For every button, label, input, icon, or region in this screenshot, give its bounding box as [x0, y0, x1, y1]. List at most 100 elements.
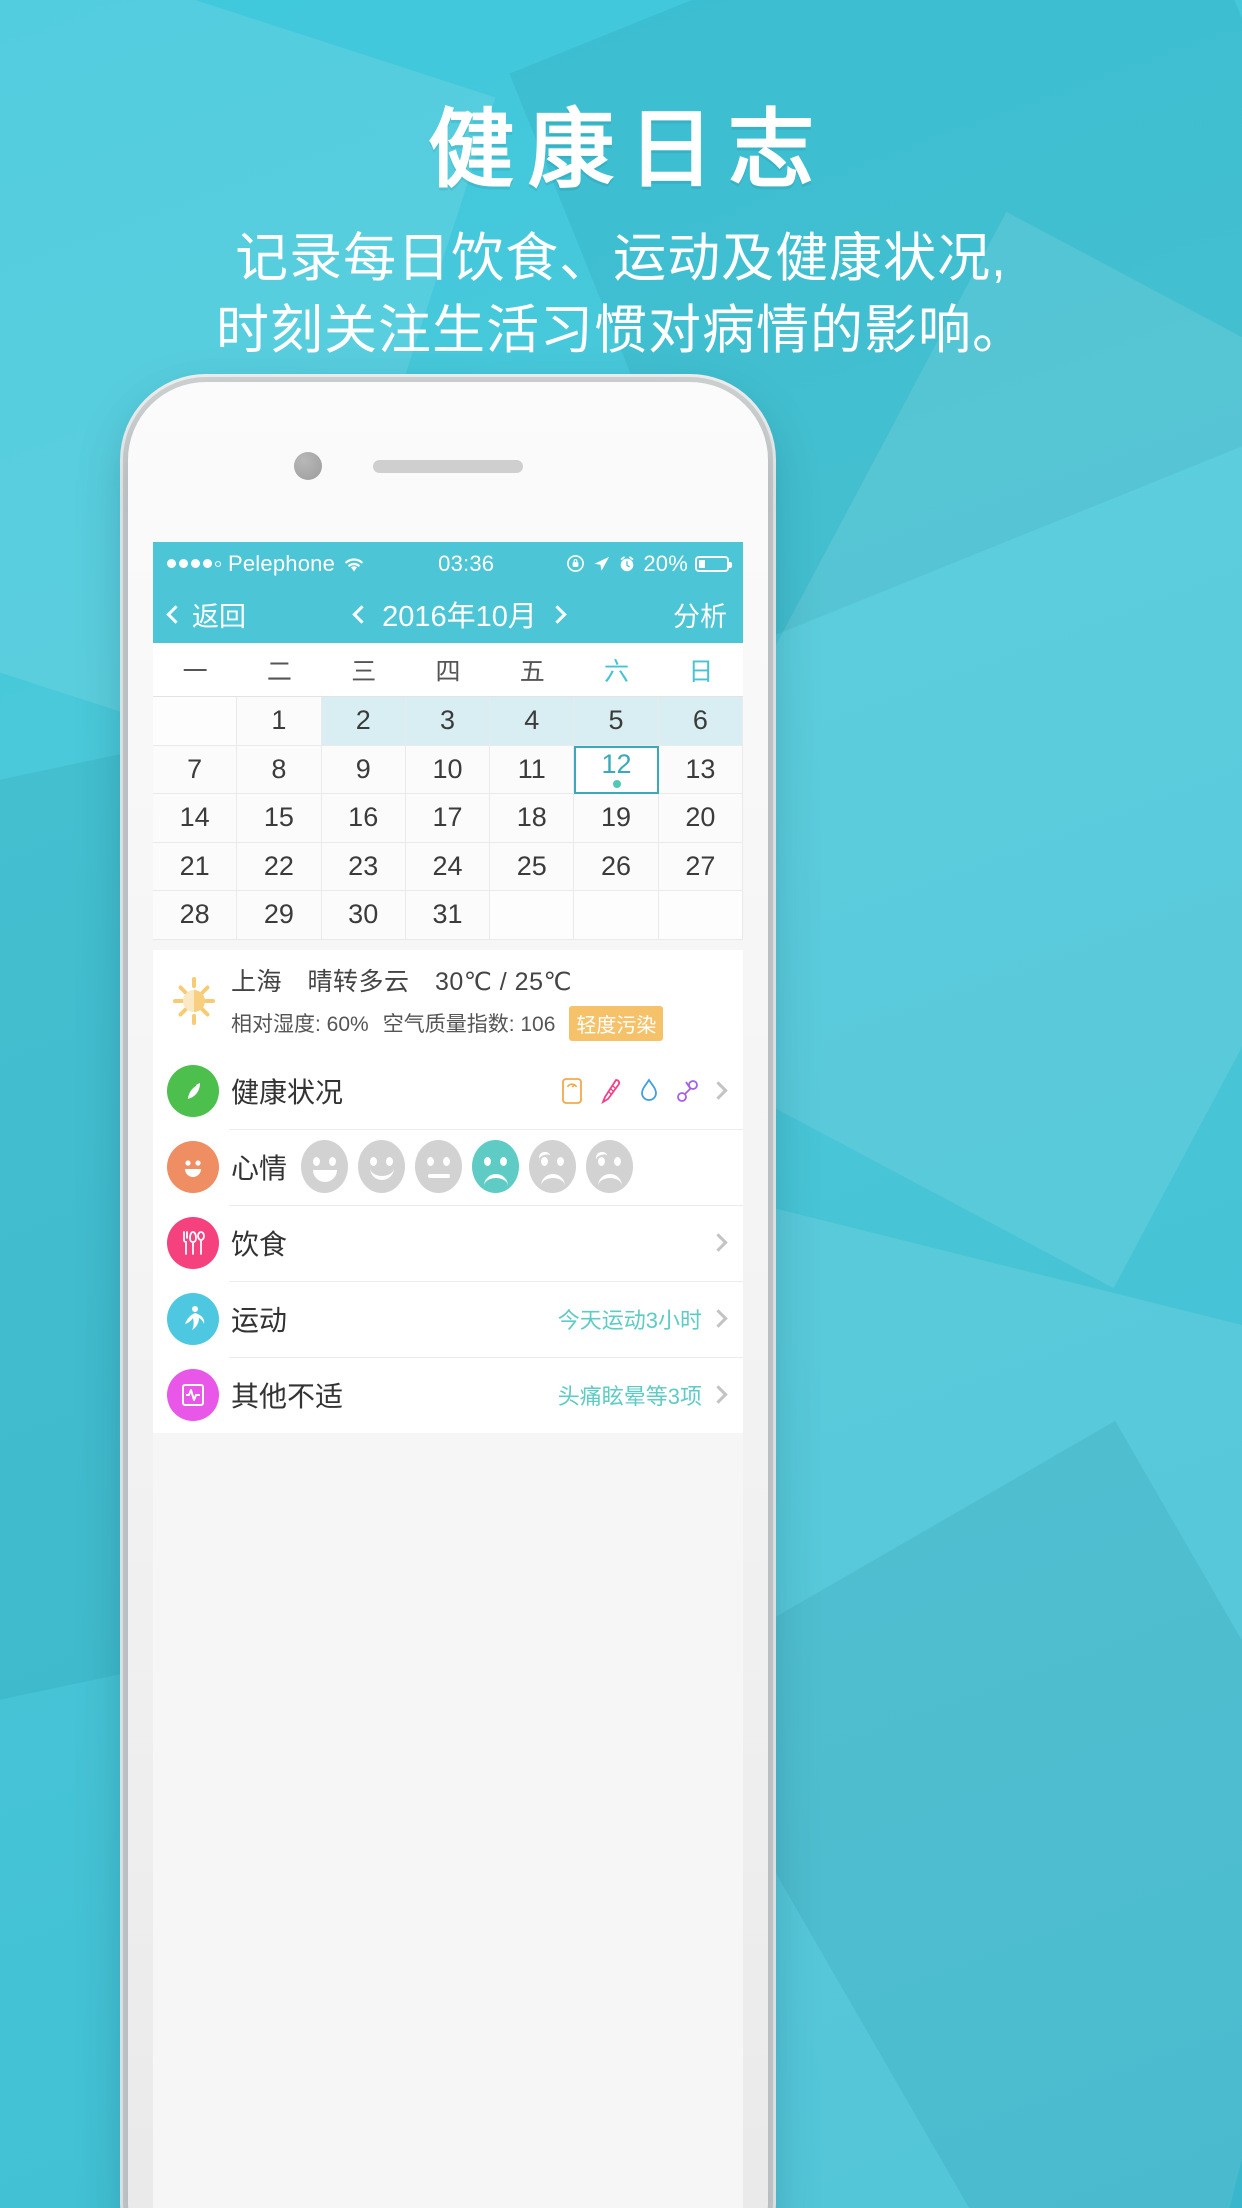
rotation-lock-icon — [567, 555, 585, 572]
calendar-day-14[interactable]: 14 — [153, 794, 238, 843]
calendar-day-25[interactable]: 25 — [490, 842, 575, 891]
mood-mouth — [369, 1168, 394, 1180]
weather-humidity: 相对湿度: 60% — [231, 1013, 369, 1036]
leaf-icon — [167, 1064, 219, 1117]
calendar-day-16[interactable]: 16 — [321, 794, 406, 843]
calendar-day-15[interactable]: 15 — [237, 794, 322, 843]
calendar-day-28[interactable]: 28 — [153, 891, 238, 940]
calendar-day-5[interactable]: 5 — [574, 697, 659, 746]
runner-icon — [167, 1292, 219, 1345]
calendar-weekday-4: 五 — [519, 657, 545, 686]
calendar-day-17[interactable]: 17 — [405, 794, 491, 843]
calendar-grid: 1 2 3 4 5 6 7 8 9 10 11 12 13 14 15 16 17 18 19 20 21 22 23 24 2… — [153, 697, 743, 940]
hero-banner: 健康日志 记录每日饮食、运动及健康状况, 时刻关注生活习惯对病情的影响。 — [0, 0, 1242, 365]
prev-month-button[interactable] — [352, 604, 371, 624]
nav-bar: 返回 2016年10月 分析 — [153, 585, 743, 643]
list-item-mood[interactable]: 心情 — [153, 1128, 743, 1205]
calendar-cell-empty — [574, 891, 659, 940]
front-camera-icon — [294, 452, 322, 480]
weather-temperature: 30℃ / 25℃ — [434, 967, 573, 996]
calendar-weekday-header: 一二三四五六日 — [153, 643, 743, 697]
calendar-day-30[interactable]: 30 — [321, 891, 406, 940]
chevron-right-icon — [709, 1081, 728, 1100]
calendar-day-9[interactable]: 9 — [321, 745, 406, 794]
list-item-health[interactable]: 健康状况 — [153, 1053, 743, 1129]
calendar-cell-empty — [153, 697, 238, 746]
hero-subtitle-line-2: 时刻关注生活习惯对病情的影响。 — [216, 300, 1026, 360]
weight-scale-icon[interactable] — [561, 1077, 583, 1105]
mood-face-selector[interactable] — [301, 1140, 634, 1193]
calendar-day-18[interactable]: 18 — [490, 794, 575, 843]
chevron-right-icon — [709, 1385, 728, 1404]
list-item-label: 其他不适 — [231, 1380, 344, 1412]
back-button-label: 返回 — [192, 601, 246, 632]
thermometer-icon[interactable] — [600, 1077, 622, 1105]
calendar-day-24[interactable]: 24 — [405, 842, 491, 891]
chevron-right-icon — [709, 1233, 728, 1252]
calendar-weekday-3: 四 — [435, 657, 461, 686]
back-button[interactable]: 返回 — [166, 595, 246, 634]
calendar-day-7[interactable]: 7 — [153, 745, 238, 794]
mood-face-sad[interactable] — [586, 1140, 634, 1193]
calendar-day-31[interactable]: 31 — [405, 891, 491, 940]
mood-face-worried[interactable] — [529, 1140, 577, 1193]
calendar-weekday-1: 二 — [266, 657, 292, 686]
carrier-label: Pelephone — [228, 550, 336, 576]
calendar-weekday-5: 六 — [604, 657, 630, 686]
signal-dots-icon — [167, 559, 221, 568]
list-item-sport[interactable]: 运动 今天运动3小时 — [153, 1280, 743, 1357]
calendar-cell-empty — [490, 891, 575, 940]
list-item-label: 运动 — [231, 1304, 288, 1336]
calendar-day-10[interactable]: 10 — [405, 745, 491, 794]
list-item-label: 健康状况 — [231, 1076, 344, 1108]
mood-face-grin[interactable] — [301, 1140, 349, 1193]
calendar-day-4[interactable]: 4 — [490, 697, 575, 746]
calendar-day-13[interactable]: 13 — [658, 745, 743, 794]
calendar-day-23[interactable]: 23 — [321, 842, 406, 891]
location-arrow-icon — [594, 556, 610, 571]
mood-face-neutral[interactable] — [415, 1140, 463, 1193]
next-month-button[interactable] — [548, 604, 567, 624]
chevron-left-icon — [166, 604, 185, 624]
mood-mouth — [427, 1174, 450, 1178]
calendar-day-27[interactable]: 27 — [658, 842, 743, 891]
calendar-weekday-2: 三 — [351, 657, 377, 686]
mood-face-frown[interactable] — [472, 1140, 520, 1193]
page-title: 健康日志 — [428, 102, 828, 198]
status-bar-left: Pelephone — [167, 551, 366, 577]
analysis-button[interactable]: 分析 — [673, 595, 727, 634]
calendar-day-20[interactable]: 20 — [658, 794, 743, 843]
weather-detail-line: 相对湿度: 60% 空气质量指数: 106 轻度污染 — [231, 1005, 664, 1041]
calendar-day-22[interactable]: 22 — [237, 842, 322, 891]
calendar-today-number: 12 — [601, 749, 632, 780]
calendar-day-6[interactable]: 6 — [658, 697, 743, 746]
calendar-day-11[interactable]: 11 — [490, 745, 575, 794]
calendar-day-2[interactable]: 2 — [321, 697, 406, 746]
aqi-status-badge: 轻度污染 — [569, 1005, 664, 1041]
mood-face-smile[interactable] — [358, 1140, 406, 1193]
calendar-day-19[interactable]: 19 — [574, 794, 659, 843]
blood-drop-icon[interactable] — [639, 1077, 659, 1105]
chevron-right-icon — [709, 1309, 728, 1328]
stethoscope-icon[interactable] — [676, 1077, 700, 1105]
calendar-day-3[interactable]: 3 — [405, 697, 491, 746]
health-metric-icons — [561, 1077, 700, 1105]
mood-mouth — [597, 1174, 622, 1186]
weather-condition: 晴转多云 — [307, 967, 410, 996]
calendar-day-21[interactable]: 21 — [153, 842, 238, 891]
list-item-other[interactable]: 其他不适 头痛眩晕等3项 — [153, 1356, 743, 1433]
battery-percent-label: 20% — [643, 550, 688, 576]
weather-aqi: 空气质量指数: 106 — [382, 1013, 556, 1036]
list-item-diet[interactable]: 饮食 — [153, 1204, 743, 1281]
day-detail-panel: 上海 晴转多云 30℃ / 25℃ 相对湿度: 60% 空气质量指数: 106 … — [153, 949, 743, 1433]
calendar-day-8[interactable]: 8 — [237, 745, 322, 794]
list-item-label: 心情 — [231, 1152, 288, 1184]
calendar-day-29[interactable]: 29 — [237, 891, 322, 940]
pulse-icon — [167, 1368, 219, 1421]
calendar-day-12[interactable]: 12 — [574, 745, 659, 794]
calendar-day-26[interactable]: 26 — [574, 842, 659, 891]
calendar-day-1[interactable]: 1 — [237, 697, 322, 746]
earpiece-speaker — [373, 460, 523, 473]
calendar-weekday-0: 一 — [182, 657, 208, 686]
status-bar-right: 20% — [566, 550, 732, 577]
